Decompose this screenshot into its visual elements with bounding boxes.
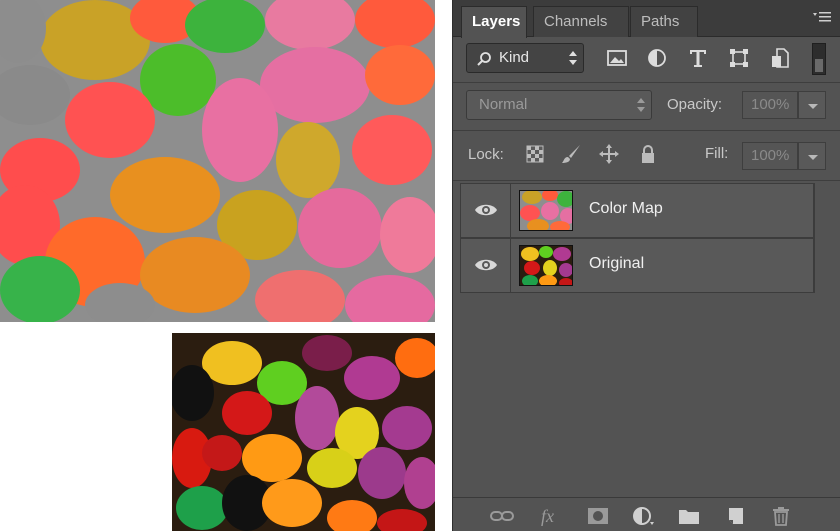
panel-menu-icon[interactable] <box>813 11 831 25</box>
blend-mode-value: Normal <box>479 96 528 113</box>
lock-row: Lock: Fill: 100% <box>453 131 840 181</box>
list-divider <box>814 183 815 293</box>
blend-mode-select[interactable]: Normal <box>466 90 652 120</box>
opacity-dropdown-button[interactable] <box>798 91 826 119</box>
blend-row: Normal Opacity: 100% <box>453 83 840 131</box>
original-image <box>172 333 435 531</box>
visibility-toggle[interactable] <box>461 184 511 237</box>
lock-image-pixels-icon[interactable] <box>560 143 582 165</box>
fx-icon[interactable]: fx <box>539 505 561 527</box>
filter-toggle[interactable] <box>812 43 826 75</box>
layer-row-color-map[interactable]: Color Map <box>460 183 814 238</box>
updown-arrows-icon <box>569 51 577 65</box>
trash-icon[interactable] <box>769 505 791 527</box>
layers-list: Color Map Original <box>460 183 814 293</box>
tab-channels[interactable]: Channels <box>533 6 629 37</box>
filter-kind-select[interactable]: Kind <box>466 43 584 73</box>
type-filter-icon[interactable] <box>687 47 709 69</box>
fill-label: Fill: <box>705 145 729 162</box>
tab-paths[interactable]: Paths <box>630 6 698 37</box>
layers-bottom-toolbar: fx <box>453 497 840 531</box>
layers-panel: Layers Channels Paths Kind Normal Opacit… <box>452 0 840 531</box>
new-layer-icon[interactable] <box>723 505 745 527</box>
shape-filter-icon[interactable] <box>728 47 750 69</box>
filter-row: Kind <box>453 37 840 83</box>
opacity-input[interactable]: 100% <box>742 91 798 119</box>
tab-layers[interactable]: Layers <box>461 6 527 38</box>
lock-label: Lock: <box>468 146 504 163</box>
layer-name: Original <box>589 255 645 272</box>
adjustment-layer-icon[interactable] <box>631 505 654 527</box>
adjustment-filter-icon[interactable] <box>646 47 668 69</box>
visibility-toggle[interactable] <box>461 239 511 292</box>
layer-row-original[interactable]: Original <box>460 238 814 293</box>
link-layers-icon[interactable] <box>490 505 514 527</box>
eye-icon <box>475 204 497 216</box>
original-thumbnail <box>519 245 573 286</box>
smart-object-filter-icon[interactable] <box>769 47 791 69</box>
fill-input[interactable]: 100% <box>742 142 798 170</box>
opacity-label: Opacity: <box>667 96 723 113</box>
layer-name: Color Map <box>589 200 663 217</box>
lock-all-icon[interactable] <box>637 143 659 165</box>
lock-transparent-pixels-icon[interactable] <box>524 143 546 165</box>
updown-arrows-icon <box>637 98 645 112</box>
lock-position-icon[interactable] <box>598 143 620 165</box>
mask-icon[interactable] <box>586 505 608 527</box>
search-icon <box>476 49 492 77</box>
filter-kind-label: Kind <box>499 49 530 66</box>
group-folder-icon[interactable] <box>677 505 699 527</box>
color-map-image <box>0 0 435 322</box>
color-map-thumbnail <box>519 190 573 231</box>
fill-dropdown-button[interactable] <box>798 142 826 170</box>
eye-icon <box>475 259 497 271</box>
panel-tab-bar: Layers Channels Paths <box>453 0 840 38</box>
image-filter-icon[interactable] <box>606 47 628 69</box>
svg-text:fx: fx <box>541 506 554 526</box>
